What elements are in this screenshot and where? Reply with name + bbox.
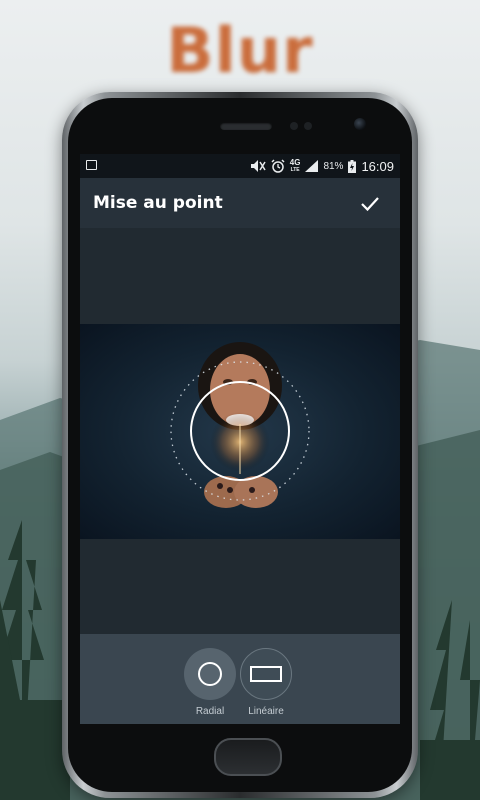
toolbar-title: Mise au point bbox=[93, 193, 223, 213]
home-button[interactable] bbox=[214, 738, 282, 776]
signal-icon bbox=[305, 160, 319, 172]
battery-percent: 81% bbox=[323, 160, 344, 172]
gallery-icon bbox=[86, 160, 97, 170]
linear-tool-button[interactable] bbox=[240, 648, 292, 700]
status-bar: 4G LTE 81% 16:09 bbox=[80, 154, 400, 178]
sensor-dot bbox=[290, 122, 298, 130]
confirm-button[interactable] bbox=[358, 192, 382, 216]
photo-preview[interactable] bbox=[80, 324, 400, 539]
mute-icon bbox=[250, 160, 266, 172]
network-sub-label: LTE bbox=[290, 167, 300, 173]
earpiece bbox=[220, 122, 272, 130]
alarm-icon bbox=[271, 159, 285, 173]
rectangle-icon bbox=[250, 666, 282, 682]
network-type-label: 4G bbox=[289, 158, 301, 167]
circle-icon bbox=[198, 662, 222, 686]
status-indicators: 4G LTE 81% 16:09 bbox=[250, 158, 394, 174]
front-camera bbox=[354, 118, 366, 130]
radial-tool-button[interactable] bbox=[184, 648, 236, 700]
battery-icon bbox=[348, 159, 357, 173]
tool-panel: Radial Linéaire bbox=[80, 634, 400, 724]
photo-illustration bbox=[170, 342, 310, 508]
linear-tool-label: Linéaire bbox=[248, 706, 284, 717]
promo-title: Blur bbox=[166, 14, 314, 87]
toolbar: Mise au point bbox=[80, 178, 400, 228]
check-icon bbox=[361, 197, 379, 212]
sensor-dot bbox=[304, 122, 312, 130]
app-screen: 4G LTE 81% 16:09 Mise au point Radial Li… bbox=[80, 154, 400, 724]
network-type: 4G LTE bbox=[289, 158, 301, 174]
radial-tool-label: Radial bbox=[195, 706, 225, 717]
editor-canvas bbox=[80, 228, 400, 634]
clock: 16:09 bbox=[361, 158, 394, 174]
